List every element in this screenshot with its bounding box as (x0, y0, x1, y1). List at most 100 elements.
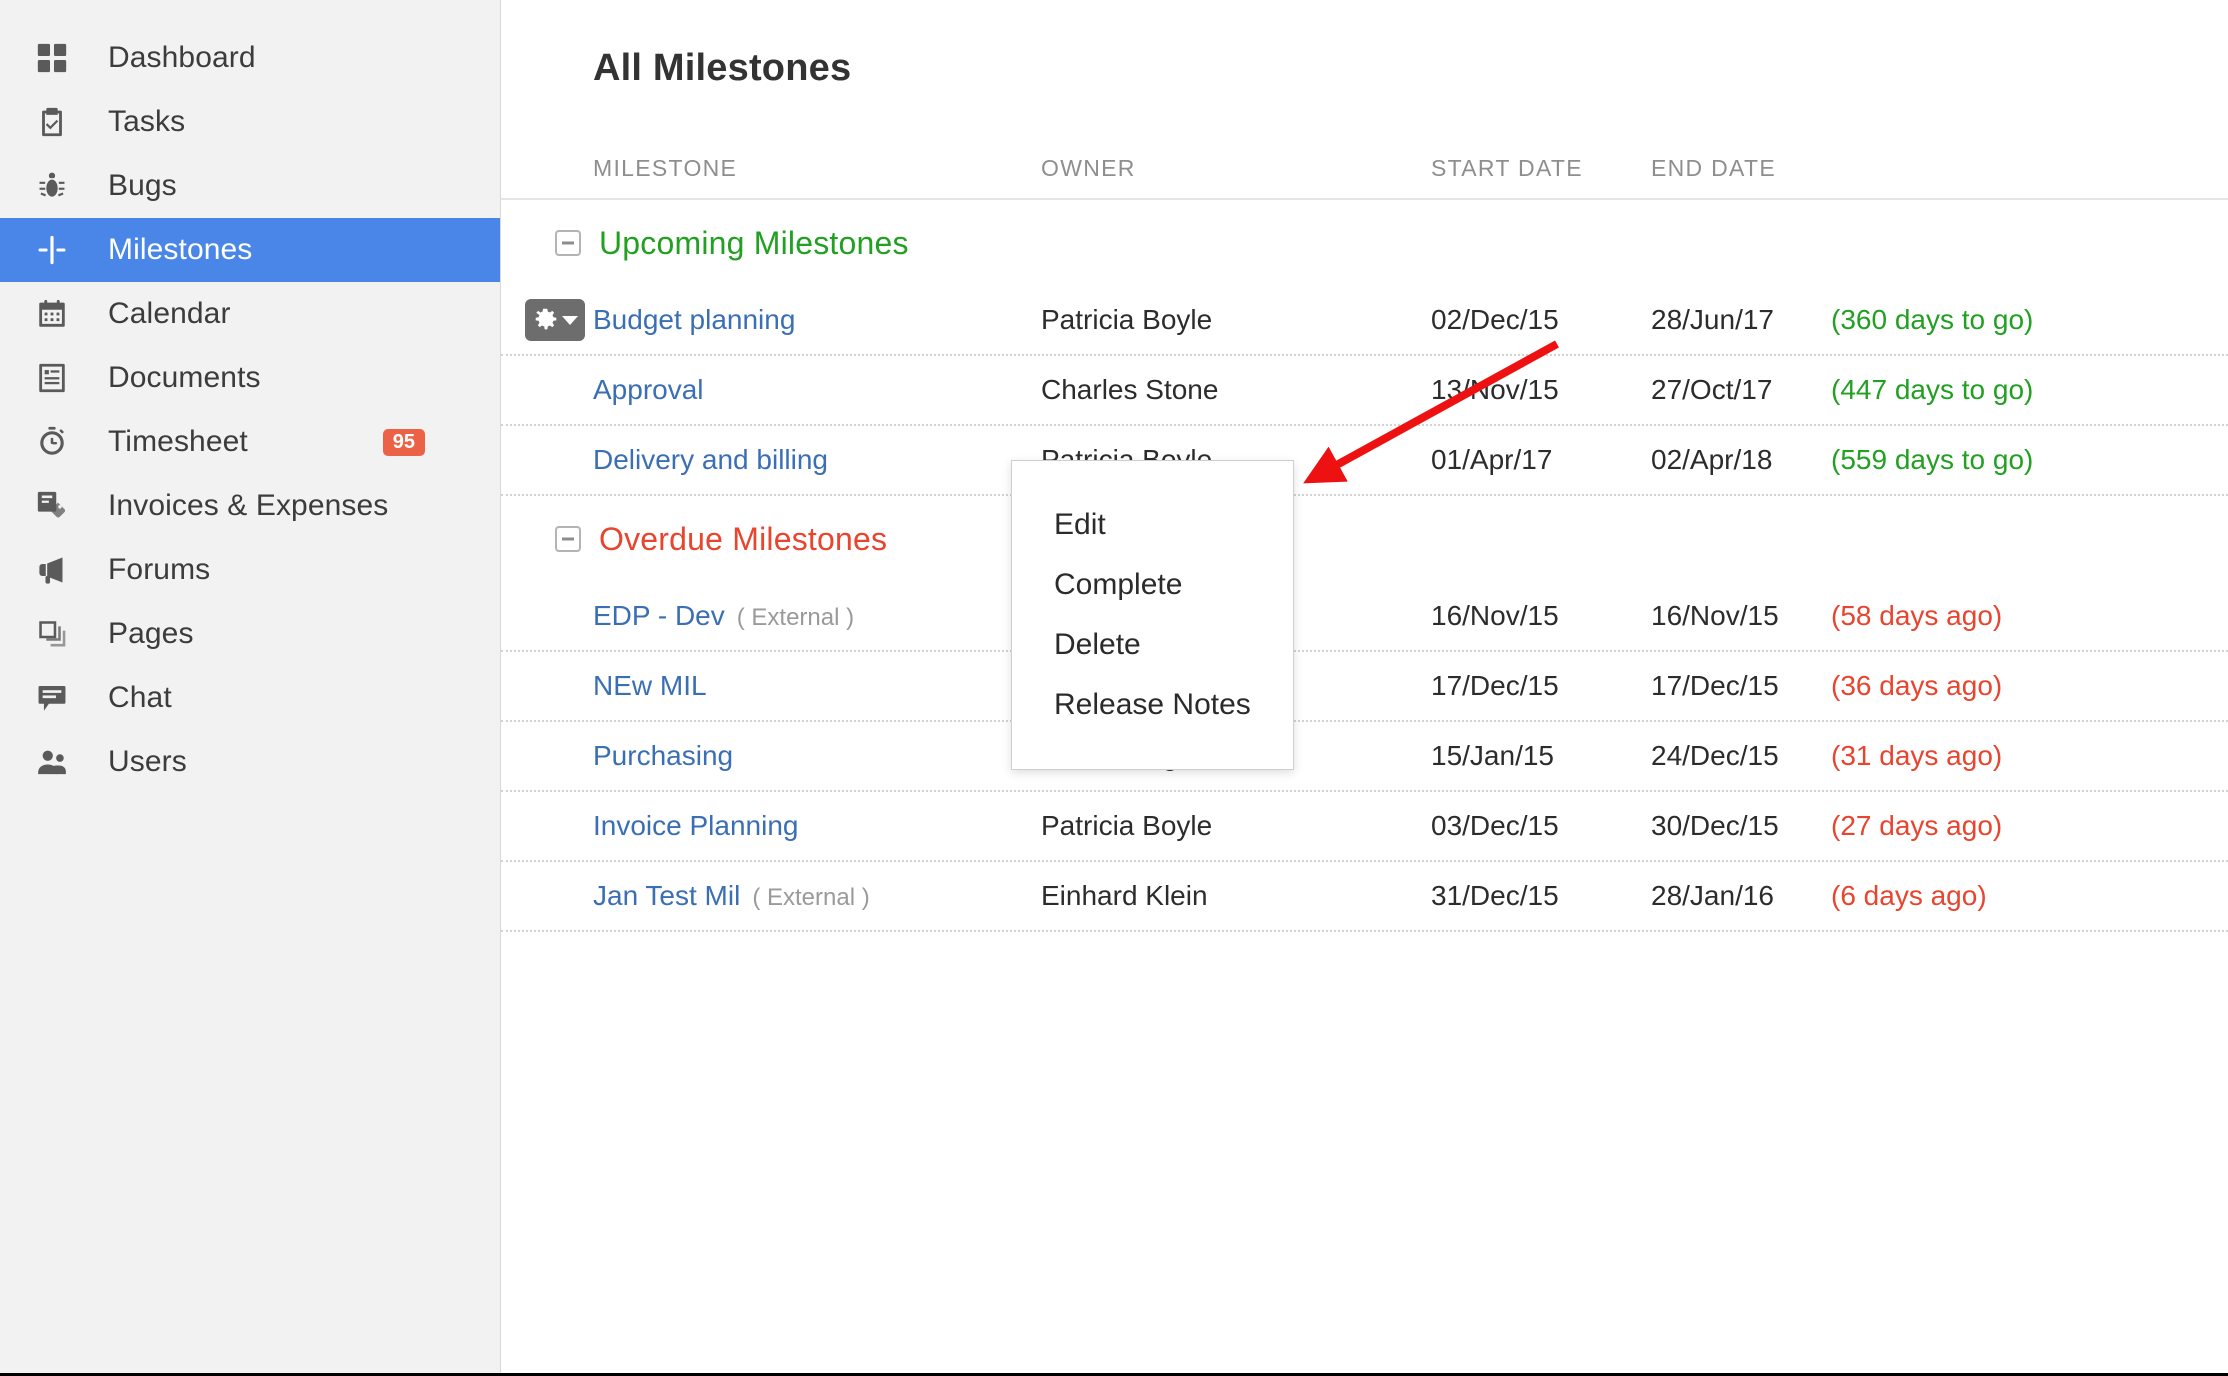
cell-end-date: 30/Dec/15 (1651, 810, 1779, 841)
cell-start-date: 13/Nov/15 (1431, 374, 1559, 405)
cell-start-date: 02/Dec/15 (1431, 304, 1559, 335)
column-header-end-date[interactable]: END DATE (1651, 155, 1831, 182)
collapse-minus-icon[interactable] (555, 230, 581, 256)
section-header-overdue: Overdue Milestones (501, 496, 2228, 582)
main-content: All Milestones MILESTONE OWNER START DAT… (501, 0, 2228, 1373)
sidebar-item-label: Invoices & Expenses (108, 489, 389, 522)
chat-icon (26, 676, 78, 720)
collapse-minus-icon[interactable] (555, 526, 581, 552)
table-row[interactable]: EDP - Dev( External )Einhard Klein16/Nov… (501, 582, 2228, 652)
sidebar-item-dashboard[interactable]: Dashboard (0, 26, 500, 90)
chevron-down-icon (561, 315, 578, 325)
context-menu-item-delete[interactable]: Delete (1012, 615, 1293, 675)
cell-milestone-name: Purchasing (501, 740, 1041, 772)
milestone-link[interactable]: Approval (593, 374, 704, 406)
sidebar-item-calendar[interactable]: Calendar (0, 282, 500, 346)
milestone-link[interactable]: Delivery and billing (593, 444, 828, 476)
context-menu-item-complete[interactable]: Complete (1012, 555, 1293, 615)
sidebar-item-users[interactable]: Users (0, 730, 500, 794)
cell-end-date: 27/Oct/17 (1651, 374, 1773, 405)
cell-relative-date: (360 days to go) (1831, 304, 2034, 335)
context-menu-item-release-notes[interactable]: Release Notes (1012, 675, 1293, 735)
cell-start-date: 03/Dec/15 (1431, 810, 1559, 841)
cell-relative-date: (6 days ago) (1831, 880, 1987, 911)
sidebar-item-label: Documents (108, 361, 261, 394)
table-row[interactable]: Delivery and billingPatricia Boyle01/Apr… (501, 426, 2228, 496)
sidebar-item-timesheet[interactable]: Timesheet 95 (0, 410, 500, 474)
sidebar-item-label: Users (108, 745, 187, 778)
sidebar-item-bugs[interactable]: Bugs (0, 154, 500, 218)
section-title: Overdue Milestones (599, 520, 888, 557)
cell-end-date: 16/Nov/15 (1651, 600, 1779, 631)
sidebar-item-documents[interactable]: Documents (0, 346, 500, 410)
milestone-link[interactable]: EDP - Dev (593, 600, 725, 632)
milestone-link[interactable]: Jan Test Mil (593, 880, 740, 912)
cell-start-date: 16/Nov/15 (1431, 600, 1559, 631)
section-header-upcoming: Upcoming Milestones (501, 200, 2228, 286)
cell-end-date: 28/Jan/16 (1651, 880, 1774, 911)
sidebar-item-label: Calendar (108, 297, 231, 330)
stopwatch-icon (26, 420, 78, 464)
cell-end-date: 28/Jun/17 (1651, 304, 1774, 335)
megaphone-icon (26, 548, 78, 592)
cell-owner: Patricia Boyle (1041, 810, 1213, 841)
column-header-milestone[interactable]: MILESTONE (501, 155, 1041, 182)
sidebar-item-invoices-expenses[interactable]: Invoices & Expenses (0, 474, 500, 538)
sidebar-item-milestones[interactable]: Milestones (0, 218, 500, 282)
cell-relative-date: (36 days ago) (1831, 670, 2003, 701)
cell-owner: Patricia Boyle (1041, 304, 1213, 335)
app-window: Dashboard Tasks Bugs Milestones Calendar Docu… (0, 0, 2228, 1376)
table-row[interactable]: NEw MILPatricia Boyle17/Dec/1517/Dec/15(… (501, 652, 2228, 722)
cell-relative-date: (58 days ago) (1831, 600, 2003, 631)
cell-owner: Einhard Klein (1041, 880, 1208, 911)
cell-start-date: 15/Jan/15 (1431, 740, 1554, 771)
cell-milestone-name: NEw MIL (501, 670, 1041, 702)
external-tag: ( External ) (752, 884, 870, 911)
column-header-start-date[interactable]: START DATE (1431, 155, 1651, 182)
sidebar-item-label: Timesheet (108, 425, 248, 458)
cell-relative-date: (31 days ago) (1831, 740, 2003, 771)
table-row[interactable]: Approval Charles Stone 13/Nov/15 27/Oct/17 (… (501, 356, 2228, 426)
sidebar-item-label: Milestones (108, 233, 253, 266)
table-row[interactable]: Jan Test Mil ( External ) Einhard Klein 31/… (501, 862, 2228, 932)
page-title: All Milestones (593, 47, 852, 89)
sidebar-item-pages[interactable]: Pages (0, 602, 500, 666)
clipboard-check-icon (26, 100, 78, 144)
invoice-icon (26, 484, 78, 528)
cell-owner: Charles Stone (1041, 374, 1219, 405)
cell-start-date: 31/Dec/15 (1431, 880, 1559, 911)
sidebar-item-tasks[interactable]: Tasks (0, 90, 500, 154)
table-row[interactable]: Invoice Planning Patricia Boyle 03/Dec/15 3… (501, 792, 2228, 862)
context-menu-item-edit[interactable]: Edit (1012, 495, 1293, 555)
cell-milestone-name: Invoice Planning (501, 810, 1041, 842)
pages-icon (26, 612, 78, 656)
gear-icon (535, 308, 556, 330)
users-icon (26, 740, 78, 784)
cell-end-date: 17/Dec/15 (1651, 670, 1779, 701)
cell-start-date: 01/Apr/17 (1431, 444, 1553, 475)
milestone-link[interactable]: Invoice Planning (593, 810, 798, 842)
cell-relative-date: (447 days to go) (1831, 374, 2034, 405)
table-row[interactable]: Budget planning Patricia Boyle 02/Dec/15 28… (501, 286, 2228, 356)
sidebar-item-label: Forums (108, 553, 211, 586)
table-header-row: MILESTONE OWNER START DATE END DATE (501, 155, 2228, 200)
cell-milestone-name: EDP - Dev ( External ) (501, 600, 1041, 632)
row-actions-gear-button[interactable] (525, 299, 585, 341)
sidebar-item-forums[interactable]: Forums (0, 538, 500, 602)
cell-milestone-name: Delivery and billing (501, 444, 1041, 476)
milestone-link[interactable]: Purchasing (593, 740, 733, 772)
document-icon (26, 356, 78, 400)
sidebar-item-label: Tasks (108, 105, 186, 138)
sidebar-item-label: Bugs (108, 169, 177, 202)
milestone-link[interactable]: Budget planning (593, 304, 795, 336)
sidebar: Dashboard Tasks Bugs Milestones Calendar Docu… (0, 0, 501, 1373)
section-title: Upcoming Milestones (599, 224, 909, 261)
sidebar-item-chat[interactable]: Chat (0, 666, 500, 730)
cell-relative-date: (27 days ago) (1831, 810, 2003, 841)
column-header-owner[interactable]: OWNER (1041, 155, 1431, 182)
milestone-icon (26, 228, 78, 272)
external-tag: ( External ) (736, 604, 855, 631)
milestone-link[interactable]: NEw MIL (593, 670, 707, 702)
milestone-context-menu[interactable]: Edit Complete Delete Release Notes (1011, 460, 1294, 770)
table-row[interactable]: PurchasingAmritha Agrawal15/Jan/1524/Dec… (501, 722, 2228, 792)
